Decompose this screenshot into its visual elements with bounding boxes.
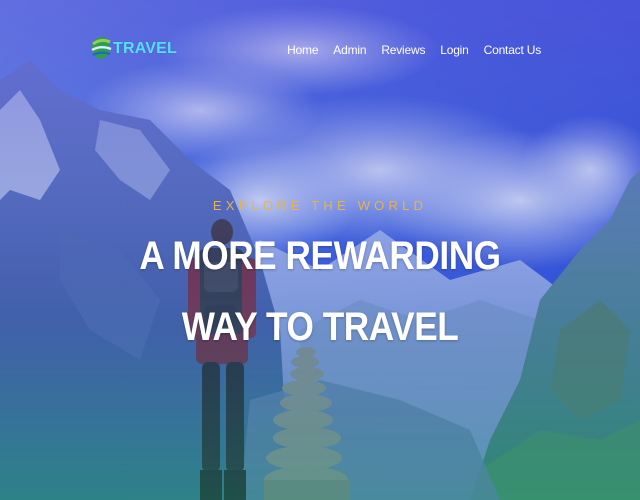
- top-navbar: TRAVEL Home Admin Reviews Login Contact …: [0, 0, 640, 100]
- nav-reviews[interactable]: Reviews: [381, 43, 425, 57]
- brand-name: TRAVEL: [113, 40, 178, 57]
- nav-login[interactable]: Login: [440, 43, 469, 57]
- hero-tagline: EXPLORE THE WORLD: [212, 198, 428, 213]
- nav-menu: Home Admin Reviews Login Contact Us: [287, 43, 541, 57]
- nav-admin[interactable]: Admin: [333, 43, 366, 57]
- brand-logo[interactable]: TRAVEL: [90, 34, 177, 64]
- nav-home[interactable]: Home: [287, 43, 318, 57]
- globe-logo-icon: [90, 34, 112, 64]
- nav-contact-us[interactable]: Contact Us: [484, 43, 542, 57]
- hero-headline-line1: A MORE REWARDING: [139, 234, 501, 278]
- hero-headline-line2: WAY TO TRAVEL: [181, 305, 459, 349]
